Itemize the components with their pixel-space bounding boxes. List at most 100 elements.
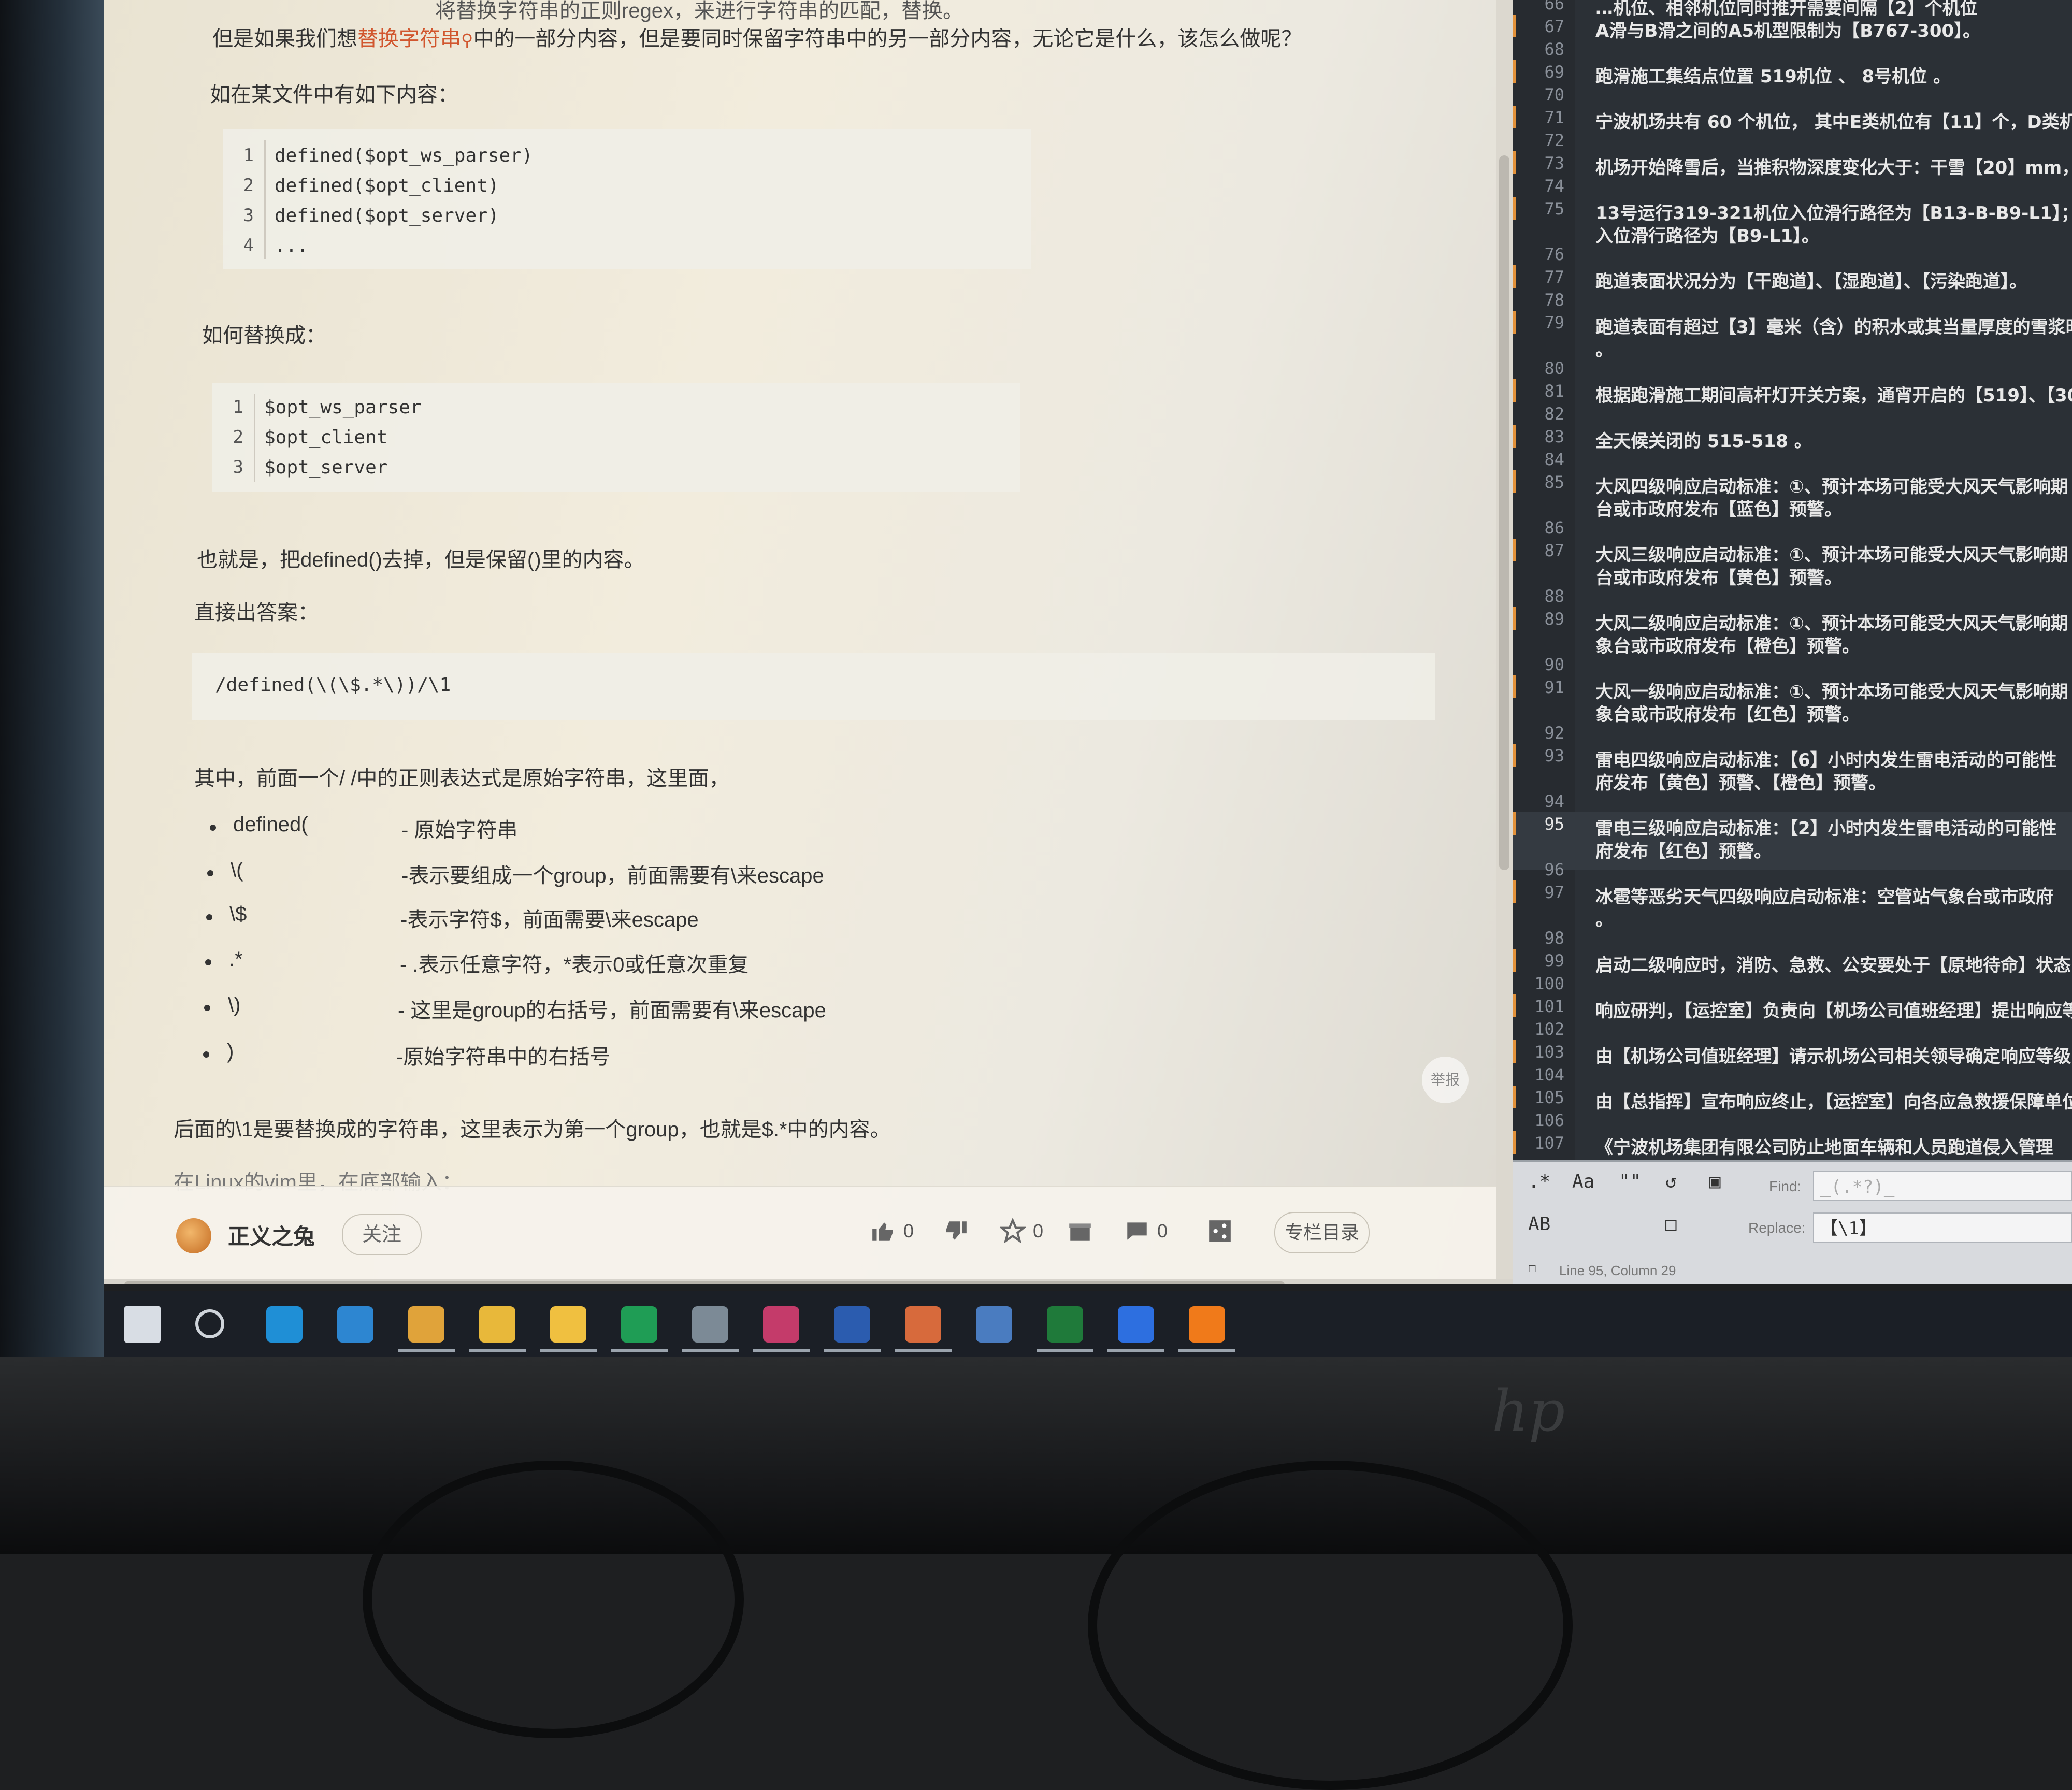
line-number: 78: [1544, 290, 1564, 310]
line-number: 92: [1544, 723, 1564, 743]
bullet-dot: [204, 1005, 210, 1011]
whole-word-toggle[interactable]: "": [1619, 1171, 1641, 1192]
reward-button[interactable]: [1067, 1218, 1093, 1244]
modified-line-marker: [1513, 880, 1516, 903]
box-icon[interactable]: [1118, 1306, 1154, 1342]
find-input[interactable]: _(.*?)_: [1813, 1171, 2072, 1201]
sheets-icon[interactable]: [621, 1306, 657, 1342]
comment-button[interactable]: 0: [1124, 1218, 1168, 1244]
ie-icon[interactable]: [337, 1306, 373, 1342]
word-icon[interactable]: [834, 1306, 870, 1342]
vertical-scrollbar[interactable]: [1496, 0, 1513, 1279]
editor-line: 全天候关闭的 515-518 。: [1595, 431, 1812, 452]
modified-line-marker: [1513, 607, 1516, 630]
code-line: $opt_client: [264, 427, 388, 448]
line-number: 89: [1544, 609, 1564, 629]
like-button[interactable]: 0: [870, 1218, 914, 1244]
line-number: 88: [1544, 586, 1564, 606]
author-name[interactable]: 正义之兔: [228, 1219, 315, 1251]
editor-line: 由【总指挥】宣布响应终止，【运控室】向各应急救援保障单位: [1595, 1092, 2072, 1113]
edge-icon[interactable]: [266, 1306, 303, 1342]
editor-line: 跑滑施工集结点位置 519机位 、 8号机位 。: [1595, 66, 1951, 87]
follow-button[interactable]: 关注: [342, 1214, 422, 1255]
scrollbar-thumb[interactable]: [124, 1281, 1285, 1284]
start-icon[interactable]: [124, 1306, 161, 1342]
replace-string-link[interactable]: 替换字符串: [357, 27, 461, 50]
hp-logo: hp: [1492, 1378, 1565, 1444]
report-button[interactable]: 举报: [1422, 1057, 1469, 1103]
editor-line: 跑道表面有超过【3】毫米（含）的积水或其当量厚度的雪浆时: [1595, 317, 2072, 338]
share-button[interactable]: [1207, 1218, 1233, 1244]
answer-label: 直接出答案：: [194, 601, 319, 624]
code-separator: [264, 140, 266, 259]
file-explorer-icon[interactable]: [550, 1306, 586, 1342]
code-line: ...: [275, 235, 309, 256]
scrollbar-thumb[interactable]: [1499, 155, 1509, 870]
find-replace-panel: .* Aa "" ↺ ▣ AB □ Find: _(.*?)_ Replace:…: [1513, 1160, 2072, 1284]
editor-line: 入位滑行路径为【B9-L1】。: [1595, 226, 1820, 247]
code-line-number: 3: [233, 457, 243, 478]
line-number: 76: [1544, 244, 1564, 264]
editor-line: 机场开始降雪后，当推积物深度变化大于：干雪【20】mm，湿雪: [1595, 157, 2072, 178]
line-number: 97: [1544, 883, 1564, 902]
replace-input[interactable]: 【\1】: [1813, 1212, 2072, 1243]
line-number: 81: [1544, 381, 1564, 401]
modified-line-marker: [1513, 994, 1516, 1017]
chrome-icon[interactable]: [408, 1306, 444, 1342]
in-selection-icon[interactable]: ▣: [1709, 1171, 1721, 1192]
line-number: 77: [1544, 267, 1564, 287]
modified-line-marker: [1513, 539, 1516, 561]
editor-line: 启动二级响应时，消防、急救、公安要处于【原地待命】状态，: [1595, 955, 2072, 976]
editor-line: 根据跑滑施工期间高杆灯开关方案，通宵开启的【519】、【305: [1595, 385, 2072, 406]
windows-taskbar: [104, 1291, 2072, 1358]
line-number: 69: [1544, 62, 1564, 82]
partial-top-text: 将替换字符串的正则regex，来进行字符串的匹配，替换。: [435, 0, 964, 22]
code-line: $opt_server: [264, 457, 388, 478]
app-icon[interactable]: [905, 1306, 941, 1342]
line-number: 86: [1544, 518, 1564, 538]
favorite-button[interactable]: 0: [1000, 1218, 1043, 1244]
line-number: 68: [1544, 39, 1564, 59]
media-icon[interactable]: [763, 1306, 799, 1342]
line-number: 84: [1544, 450, 1564, 469]
code-line: defined($opt_ws_parser): [275, 145, 533, 166]
editor-line: 冰雹等恶劣天气四级响应启动标准：空管站气象台或市政府: [1595, 887, 2053, 907]
comment-icon: [1127, 1222, 1147, 1240]
wrap-icon[interactable]: ↺: [1665, 1171, 1677, 1192]
line-number: 104: [1534, 1065, 1564, 1085]
running-indicator: [682, 1349, 739, 1352]
favorite-count: 0: [1033, 1220, 1044, 1242]
line-number: 85: [1544, 472, 1564, 492]
regex-toggle[interactable]: .*: [1528, 1171, 1550, 1192]
calculator-icon[interactable]: [692, 1306, 728, 1342]
line-number: 71: [1544, 108, 1564, 127]
intro-text-post: 中的一部分内容，但是要同时保留字符串中的另一部分内容，无论它是什么，该怎么做呢？: [473, 27, 1302, 50]
line-number: 73: [1544, 153, 1564, 173]
checkbox-icon[interactable]: ☐: [1528, 1260, 1536, 1276]
code-block-answer: /defined(\(\$.*\))/\1: [192, 653, 1435, 720]
line-number: 103: [1534, 1042, 1564, 1062]
code-line-number: 2: [243, 175, 254, 196]
bullet-dot: [203, 1051, 209, 1058]
line-number: 102: [1534, 1019, 1564, 1039]
running-indicator: [469, 1349, 526, 1352]
paint-icon[interactable]: [479, 1306, 515, 1342]
line-number: 87: [1544, 541, 1564, 560]
line-number: 66: [1544, 0, 1564, 13]
sublime-icon[interactable]: [1189, 1306, 1225, 1342]
search-icon[interactable]: [195, 1309, 224, 1338]
column-toc-button[interactable]: 专栏目录: [1274, 1212, 1370, 1253]
dislike-button[interactable]: [943, 1218, 969, 1244]
excel-icon[interactable]: [1047, 1306, 1083, 1342]
modified-line-marker: [1513, 379, 1516, 402]
case-sensitive-toggle[interactable]: Aa: [1572, 1171, 1594, 1192]
editor-line: 府发布【黄色】预警、【橙色】预警。: [1595, 773, 1886, 793]
avatar[interactable]: [176, 1218, 211, 1253]
network-icon[interactable]: [976, 1306, 1012, 1342]
line-number: 96: [1544, 860, 1564, 879]
preserve-case-toggle[interactable]: AB: [1528, 1214, 1550, 1235]
editor-line: 台或市政府发布【黄色】预警。: [1595, 568, 1842, 588]
highlight-matches-icon[interactable]: □: [1665, 1214, 1677, 1235]
editor-line: 《宁波机场集团有限公司防止地面车辆和人员跑道侵入管理: [1595, 1137, 2053, 1158]
horizontal-scrollbar[interactable]: [104, 1279, 1513, 1284]
